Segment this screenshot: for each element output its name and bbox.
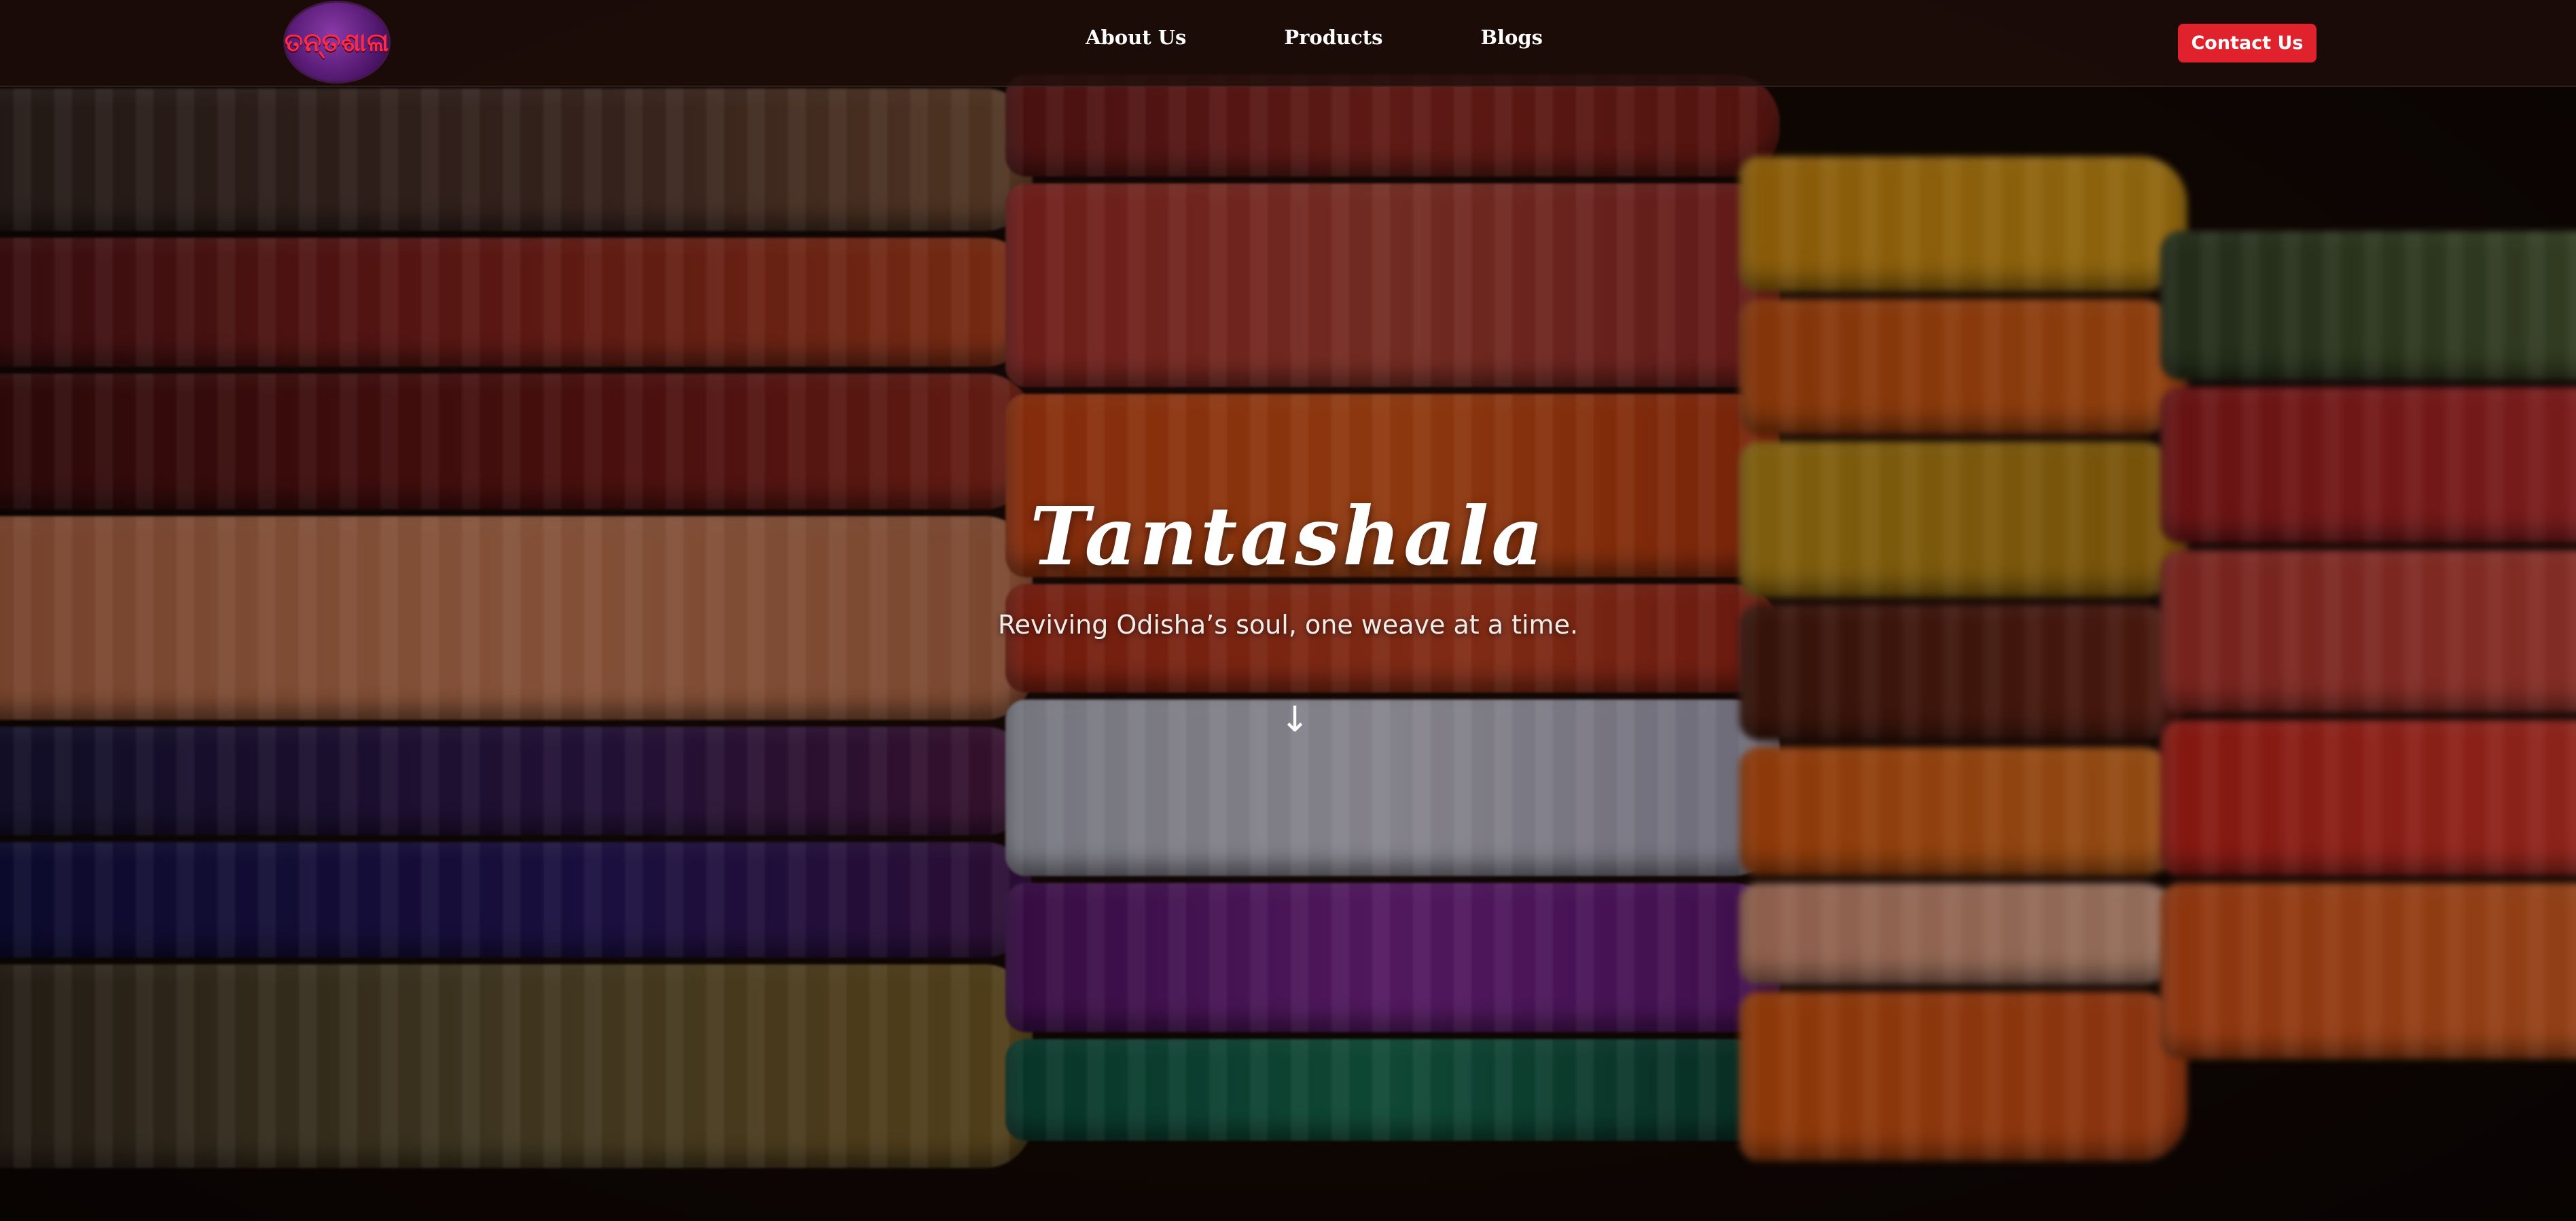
logo-text: ତନ୍ତଶାଳା bbox=[284, 26, 390, 57]
hero-subtitle: Reviving Odisha’s soul, one weave at a t… bbox=[997, 610, 1579, 640]
site-header: ତନ୍ତଶାଳା About Us Products Blogs Contact… bbox=[0, 0, 2576, 87]
nav-link-products[interactable]: Products bbox=[1284, 26, 1382, 49]
nav-link-blogs[interactable]: Blogs bbox=[1481, 26, 1543, 49]
site-logo[interactable]: ତନ୍ତଶାଳା bbox=[285, 3, 389, 81]
main-nav: About Us Products Blogs bbox=[1086, 26, 1543, 49]
contact-us-button[interactable]: Contact Us bbox=[2178, 24, 2316, 62]
hero-title: Tantashala bbox=[1030, 489, 1546, 583]
nav-link-about-us[interactable]: About Us bbox=[1086, 26, 1186, 49]
arrow-down-icon[interactable]: ↓ bbox=[1278, 699, 1311, 747]
hero-section: Tantashala Reviving Odisha’s soul, one w… bbox=[0, 0, 2576, 1221]
